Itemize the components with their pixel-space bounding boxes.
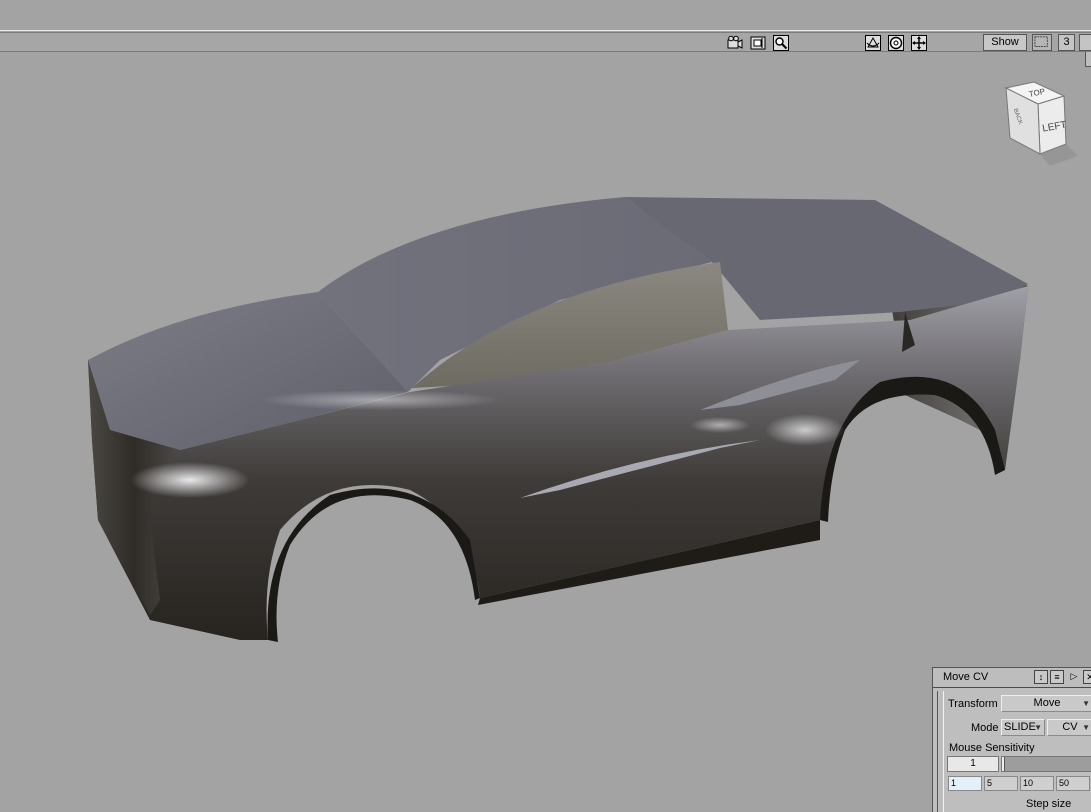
transform-dropdown[interactable]: Move ▼ xyxy=(1001,695,1091,712)
move-cv-panel: Move CV ↕ ≡ ▷ ✕ Transform Move ▼ Mode SL… xyxy=(932,667,1091,812)
options-icon[interactable]: ≡ xyxy=(1050,670,1064,684)
mid-highlight xyxy=(690,417,750,433)
step-option-10[interactable]: 10 xyxy=(1020,776,1054,791)
play-icon[interactable]: ▷ xyxy=(1067,670,1081,684)
mouse-sensitivity-label: Mouse Sensitivity xyxy=(949,742,1035,754)
sensitivity-slider-handle[interactable] xyxy=(1002,757,1005,771)
mode-target-value: CV xyxy=(1062,721,1078,733)
view-cube[interactable]: TOP LEFT BACK xyxy=(996,76,1086,172)
panel-header: Move CV ↕ ≡ ▷ ✕ xyxy=(933,668,1091,688)
mode-value: SLIDE xyxy=(1004,721,1036,733)
close-icon[interactable]: ✕ xyxy=(1083,670,1091,684)
dropdown-arrow-icon: ▼ xyxy=(1082,699,1090,708)
transform-label: Transform xyxy=(948,698,998,710)
step-option-1[interactable]: 1 xyxy=(948,776,982,791)
mode-target-dropdown[interactable]: CV ▼ xyxy=(1047,719,1091,736)
sensitivity-slider[interactable] xyxy=(1001,756,1091,772)
resize-icon[interactable]: ↕ xyxy=(1034,670,1048,684)
step-option-5[interactable]: 5 xyxy=(984,776,1018,791)
dropdown-arrow-icon: ▼ xyxy=(1034,723,1042,732)
dropdown-arrow-icon: ▼ xyxy=(1082,723,1090,732)
step-size-label: Step size xyxy=(1026,798,1072,810)
front-fender-highlight xyxy=(130,462,250,498)
panel-divider xyxy=(937,691,944,812)
panel-title: Move CV xyxy=(943,671,989,683)
panel-body: Transform Move ▼ Mode SLIDE ▼ CV ▼ Mouse… xyxy=(933,689,1091,812)
car-model-viewport[interactable] xyxy=(0,0,1091,812)
mode-dropdown[interactable]: SLIDE ▼ xyxy=(1001,719,1045,736)
mode-label: Mode xyxy=(971,722,999,734)
side-highlight xyxy=(260,390,500,410)
step-option-50[interactable]: 50 xyxy=(1056,776,1090,791)
sensitivity-input[interactable]: 1 xyxy=(947,756,999,772)
rear-highlight xyxy=(765,414,845,446)
transform-value: Move xyxy=(1033,697,1061,709)
